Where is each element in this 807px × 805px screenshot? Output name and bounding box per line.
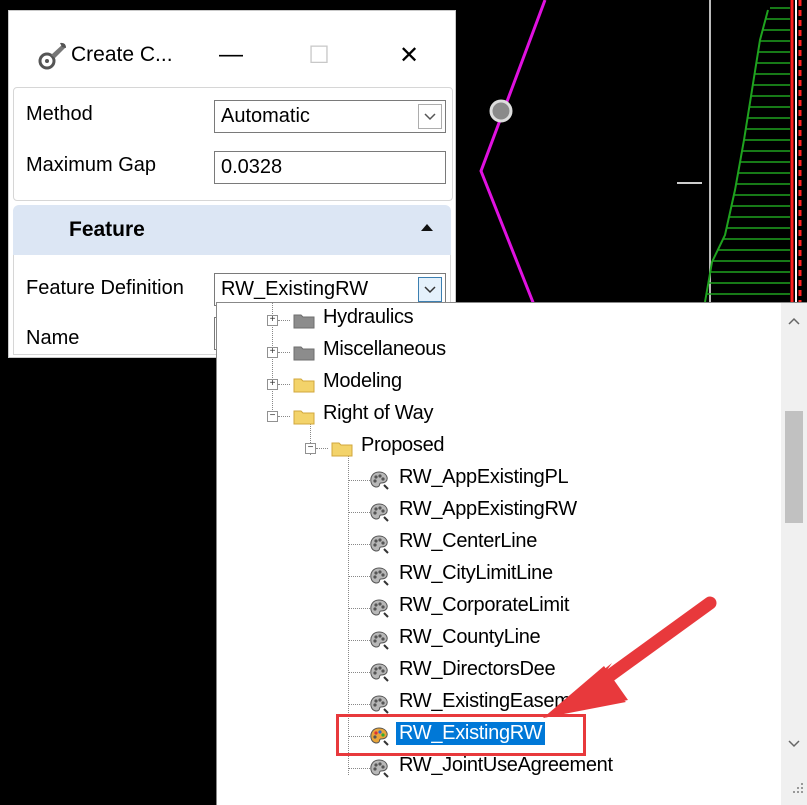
tree-expander-icon[interactable]: + <box>267 379 278 390</box>
tree-item-label: RW_JointUseAgreement <box>399 754 613 776</box>
tree-item-label: RW_ExistingEasement <box>399 690 598 712</box>
close-icon: ✕ <box>398 41 420 69</box>
feature-palette-icon <box>370 759 389 778</box>
feature-palette-icon <box>370 599 389 618</box>
folder-icon <box>293 346 315 361</box>
tree-item[interactable]: − Right of Way <box>217 401 777 431</box>
minimize-button[interactable]: — <box>201 33 261 77</box>
tree-scrollbar[interactable] <box>781 303 807 805</box>
tree-item-label: RW_CityLimitLine <box>399 562 553 584</box>
close-button[interactable]: ✕ <box>379 33 439 77</box>
tree-item[interactable]: RW_CityLimitLine <box>217 561 777 591</box>
tree-item[interactable]: RW_DirectorsDee <box>217 657 777 687</box>
feature-section-header[interactable]: Feature <box>13 205 451 255</box>
chevron-down-icon <box>424 285 436 293</box>
resize-grip-icon[interactable] <box>791 781 805 795</box>
tree-item-label: Modeling <box>323 370 402 392</box>
feature-palette-icon <box>370 695 389 714</box>
feature-section-title: Feature <box>69 218 145 241</box>
scroll-down-icon[interactable] <box>788 740 800 748</box>
folder-open-icon <box>293 410 315 425</box>
method-dropdown[interactable]: Automatic <box>214 100 446 133</box>
maximize-button: ☐ <box>289 33 349 77</box>
feature-palette-icon <box>370 535 389 554</box>
method-section: Method Automatic Maximum Gap 0.0328 <box>13 87 453 201</box>
max-gap-label: Maximum Gap <box>26 154 157 176</box>
tree-item-label: RW_AppExistingPL <box>399 466 569 488</box>
tree-item[interactable]: RW_CenterLine <box>217 529 777 559</box>
maximize-icon: ☐ <box>308 41 330 69</box>
tree-item[interactable]: − Proposed <box>217 433 777 463</box>
max-gap-value: 0.0328 <box>221 156 283 178</box>
feature-palette-icon <box>370 471 389 490</box>
tree-item-label: RW_AppExistingRW <box>399 498 577 520</box>
tree-item-label: RW_CenterLine <box>399 530 538 552</box>
tree-item-label: Miscellaneous <box>323 338 446 360</box>
feature-definition-value: RW_ExistingRW <box>221 278 369 300</box>
tree-item[interactable]: RW_AppExistingPL <box>217 465 777 495</box>
cad-green-hatch <box>704 7 790 303</box>
tree-expander-icon[interactable]: − <box>305 443 316 454</box>
feature-palette-icon <box>370 727 389 746</box>
tree-expander-icon[interactable]: − <box>267 411 278 422</box>
tree-expander-icon[interactable]: + <box>267 315 278 326</box>
feature-palette-icon <box>370 631 389 650</box>
feature-palette-icon <box>370 663 389 682</box>
cad-snap-point <box>489 99 513 123</box>
tree-item[interactable]: + Modeling <box>217 369 777 399</box>
tree-item[interactable]: + Miscellaneous <box>217 337 777 367</box>
method-value: Automatic <box>221 105 310 127</box>
scrollbar-thumb[interactable] <box>785 411 803 523</box>
scroll-up-icon[interactable] <box>788 317 800 325</box>
cad-magenta-line <box>479 0 547 321</box>
tree-item[interactable]: RW_CorporateLimit <box>217 593 777 623</box>
tree-item-label: RW_ExistingRW <box>396 722 546 745</box>
folder-open-icon <box>293 378 315 393</box>
tree-item[interactable]: RW_ExistingEasement <box>217 689 777 719</box>
tree-item[interactable]: RW_ExistingRW <box>217 721 777 751</box>
max-gap-input[interactable]: 0.0328 <box>214 151 446 184</box>
name-label: Name <box>26 327 80 349</box>
method-dropdown-button[interactable] <box>418 104 442 129</box>
tree-item-label: Right of Way <box>323 402 434 424</box>
feature-palette-icon <box>370 567 389 586</box>
feature-definition-dropdown-button[interactable] <box>418 277 442 302</box>
feature-palette-icon <box>370 503 389 522</box>
dialog-title: Create C... <box>71 43 173 66</box>
method-label: Method <box>26 103 93 125</box>
tree-item-label: RW_DirectorsDee <box>399 658 556 680</box>
title-bar[interactable]: Create C... — ☐ ✕ <box>9 11 455 85</box>
tree-item[interactable]: RW_CountyLine <box>217 625 777 655</box>
tree-item[interactable]: RW_AppExistingRW <box>217 497 777 527</box>
feature-definition-label: Feature Definition <box>26 277 184 299</box>
wrench-gear-icon <box>38 42 66 70</box>
folder-open-icon <box>331 442 353 457</box>
tree-item-label: RW_CountyLine <box>399 626 541 648</box>
tree-item-label: Hydraulics <box>323 306 414 328</box>
folder-icon <box>293 314 315 329</box>
tree-item[interactable]: RW_JointUseAgreement <box>217 753 777 783</box>
tree-item-label: Proposed <box>361 434 445 456</box>
tree-item-label: RW_CorporateLimit <box>399 594 570 616</box>
minimize-icon: — <box>219 41 243 68</box>
tree-expander-icon[interactable]: + <box>267 347 278 358</box>
feature-definition-tree-popup[interactable]: + Hydraulics + Miscellaneous + Modeling − R… <box>216 302 807 805</box>
tree-item[interactable]: + Hydraulics <box>217 305 777 335</box>
collapse-caret-icon[interactable] <box>419 221 435 233</box>
chevron-down-icon <box>424 112 436 120</box>
